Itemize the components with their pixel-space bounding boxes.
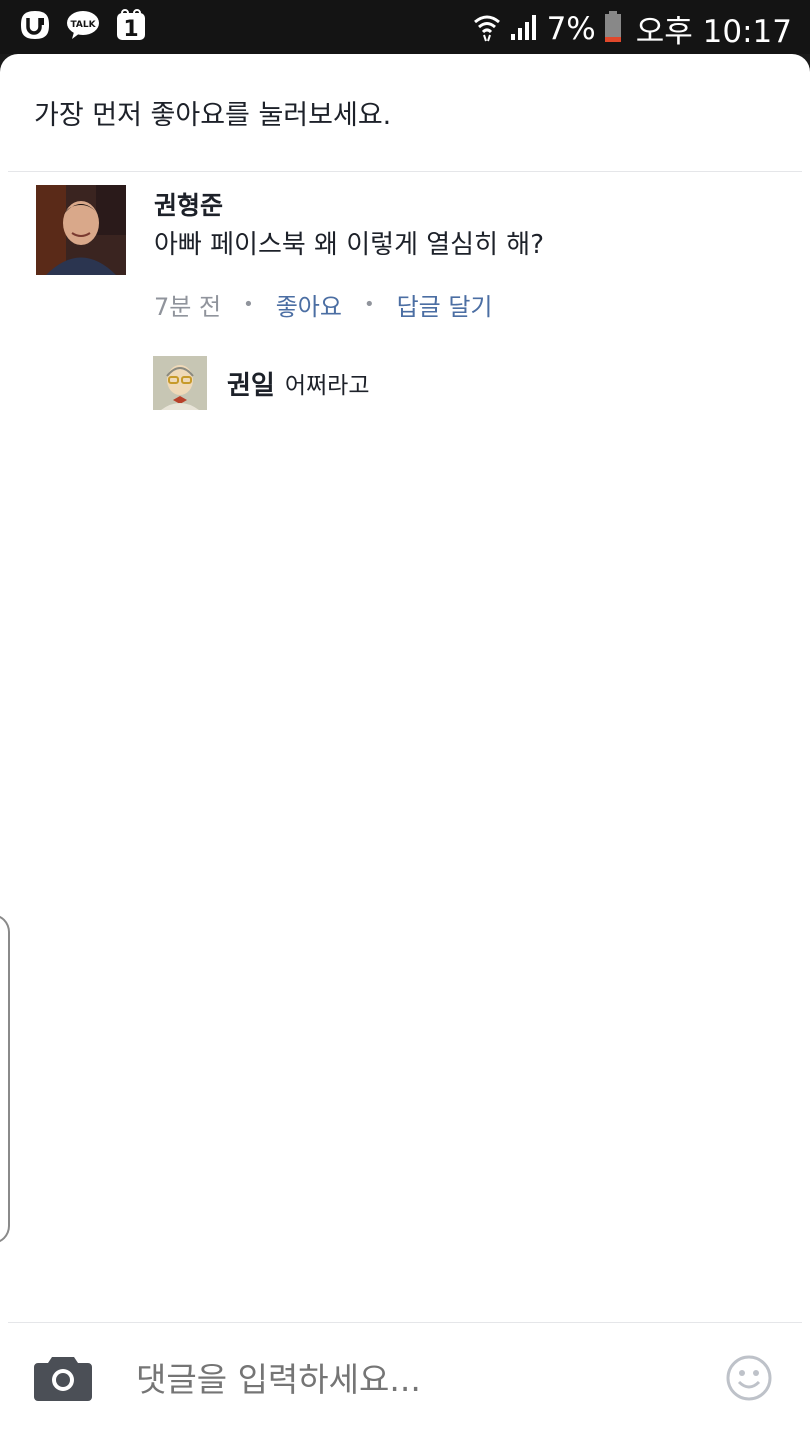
- clock: 오후 10:17: [635, 14, 792, 50]
- comment-composer: [8, 1322, 802, 1440]
- status-bar: TALK 1 7% 오후 10:17: [0, 0, 810, 54]
- comment-actions: 7분 전 • 좋아요 • 답글 달기: [154, 287, 774, 322]
- kakaotalk-icon: TALK: [66, 8, 100, 42]
- comment-input[interactable]: [136, 1355, 676, 1405]
- emoji-icon[interactable]: [726, 1355, 772, 1401]
- battery-percent: 7%: [546, 10, 596, 47]
- sheet-header: 가장 먼저 좋아요를 눌러보세요.: [8, 54, 802, 172]
- badge-label: 1: [123, 17, 138, 41]
- reply-text: 어쩌라고: [284, 373, 370, 399]
- reply-item[interactable]: 권일 어쩌라고: [153, 356, 369, 410]
- comment-text: 아빠 페이스북 왜 이렇게 열심히 해?: [154, 230, 545, 260]
- avatar[interactable]: [36, 185, 126, 275]
- separator-dot: •: [243, 294, 254, 315]
- reply-avatar[interactable]: [153, 356, 207, 410]
- talk-label: TALK: [70, 20, 96, 30]
- u-plus-icon: [18, 8, 52, 42]
- signal-icon: [509, 12, 539, 46]
- wifi-icon: [473, 12, 501, 46]
- comment-time: 7분 전: [154, 293, 222, 321]
- battery-icon: [604, 10, 622, 47]
- comments-sheet: 가장 먼저 좋아요를 눌러보세요. 권형준 아빠 페이스북 왜 이렇게 열심히 …: [0, 54, 810, 1440]
- comment-author[interactable]: 권형준: [154, 189, 774, 223]
- notification-badge-icon: 1: [114, 8, 148, 42]
- reply-button[interactable]: 답글 달기: [397, 287, 493, 322]
- reply-author[interactable]: 권일: [227, 365, 275, 402]
- be-first-to-like-prompt[interactable]: 가장 먼저 좋아요를 눌러보세요.: [34, 93, 391, 132]
- camera-icon[interactable]: [34, 1353, 92, 1401]
- separator-dot: •: [363, 294, 375, 315]
- like-button[interactable]: 좋아요: [276, 287, 342, 322]
- edge-panel-handle[interactable]: [0, 914, 10, 1244]
